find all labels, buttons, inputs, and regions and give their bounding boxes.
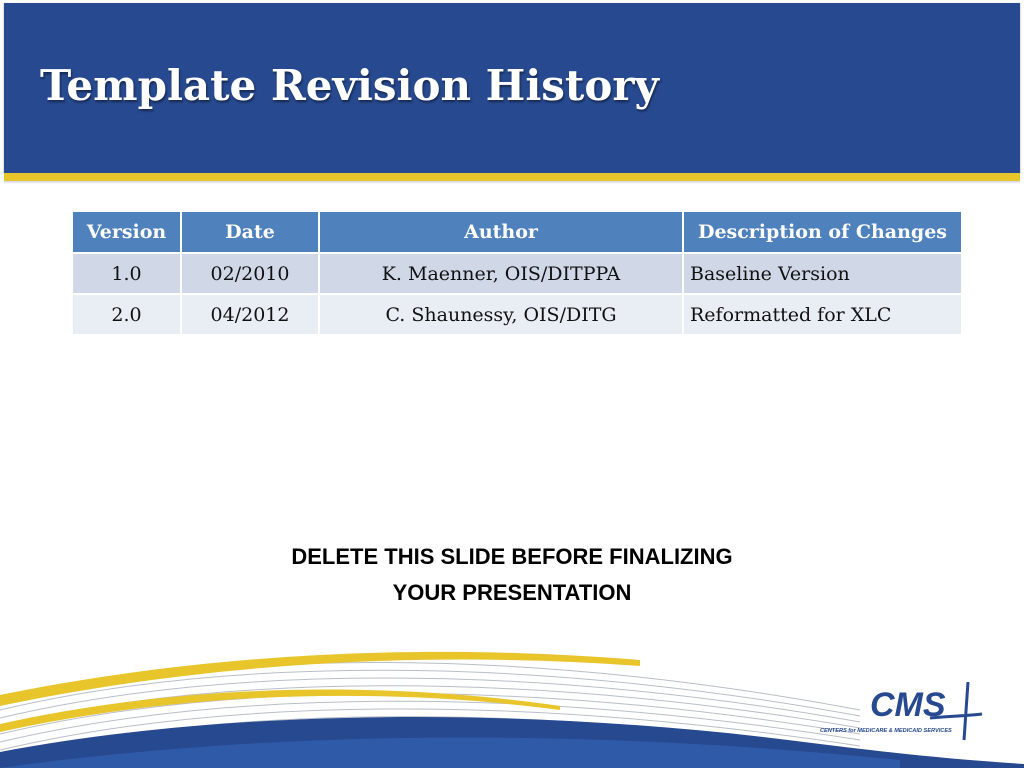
table-row: 1.0 02/2010 K. Maenner, OIS/DITPPA Basel…: [73, 252, 961, 294]
title-underline-bar: [4, 173, 1020, 181]
table-row: 2.0 04/2012 C. Shaunessy, OIS/DITG Refor…: [73, 293, 961, 334]
cell-author: C. Shaunessy, OIS/DITG: [319, 293, 684, 334]
revision-history-table: Version Date Author Description of Chang…: [73, 212, 961, 334]
column-header-author: Author: [319, 212, 684, 253]
cell-date: 04/2012: [181, 293, 320, 334]
cell-author: K. Maenner, OIS/DITPPA: [319, 252, 684, 294]
cell-version: 1.0: [73, 252, 182, 294]
cell-version: 2.0: [73, 293, 182, 334]
column-header-description: Description of Changes: [683, 212, 961, 253]
delete-slide-notice: DELETE THIS SLIDE BEFORE FINALIZING YOUR…: [0, 539, 1024, 611]
notice-line-1: DELETE THIS SLIDE BEFORE FINALIZING: [291, 544, 733, 569]
column-header-date: Date: [181, 212, 320, 253]
cell-date: 02/2010: [181, 252, 320, 294]
column-header-version: Version: [73, 212, 182, 253]
cms-logo: CMS CENTERS for MEDICARE & MEDICAID SERV…: [820, 681, 983, 741]
slide-title: Template Revision History: [40, 61, 659, 110]
title-banner: Template Revision History: [4, 3, 1020, 173]
notice-line-2: YOUR PRESENTATION: [392, 580, 632, 605]
cell-description: Reformatted for XLC: [683, 293, 961, 334]
title-underline-shadow: [4, 181, 1020, 184]
table-header-row: Version Date Author Description of Chang…: [73, 212, 961, 253]
cms-tagline: CENTERS for MEDICARE & MEDICAID SERVICES: [820, 728, 952, 734]
cell-description: Baseline Version: [683, 252, 961, 294]
